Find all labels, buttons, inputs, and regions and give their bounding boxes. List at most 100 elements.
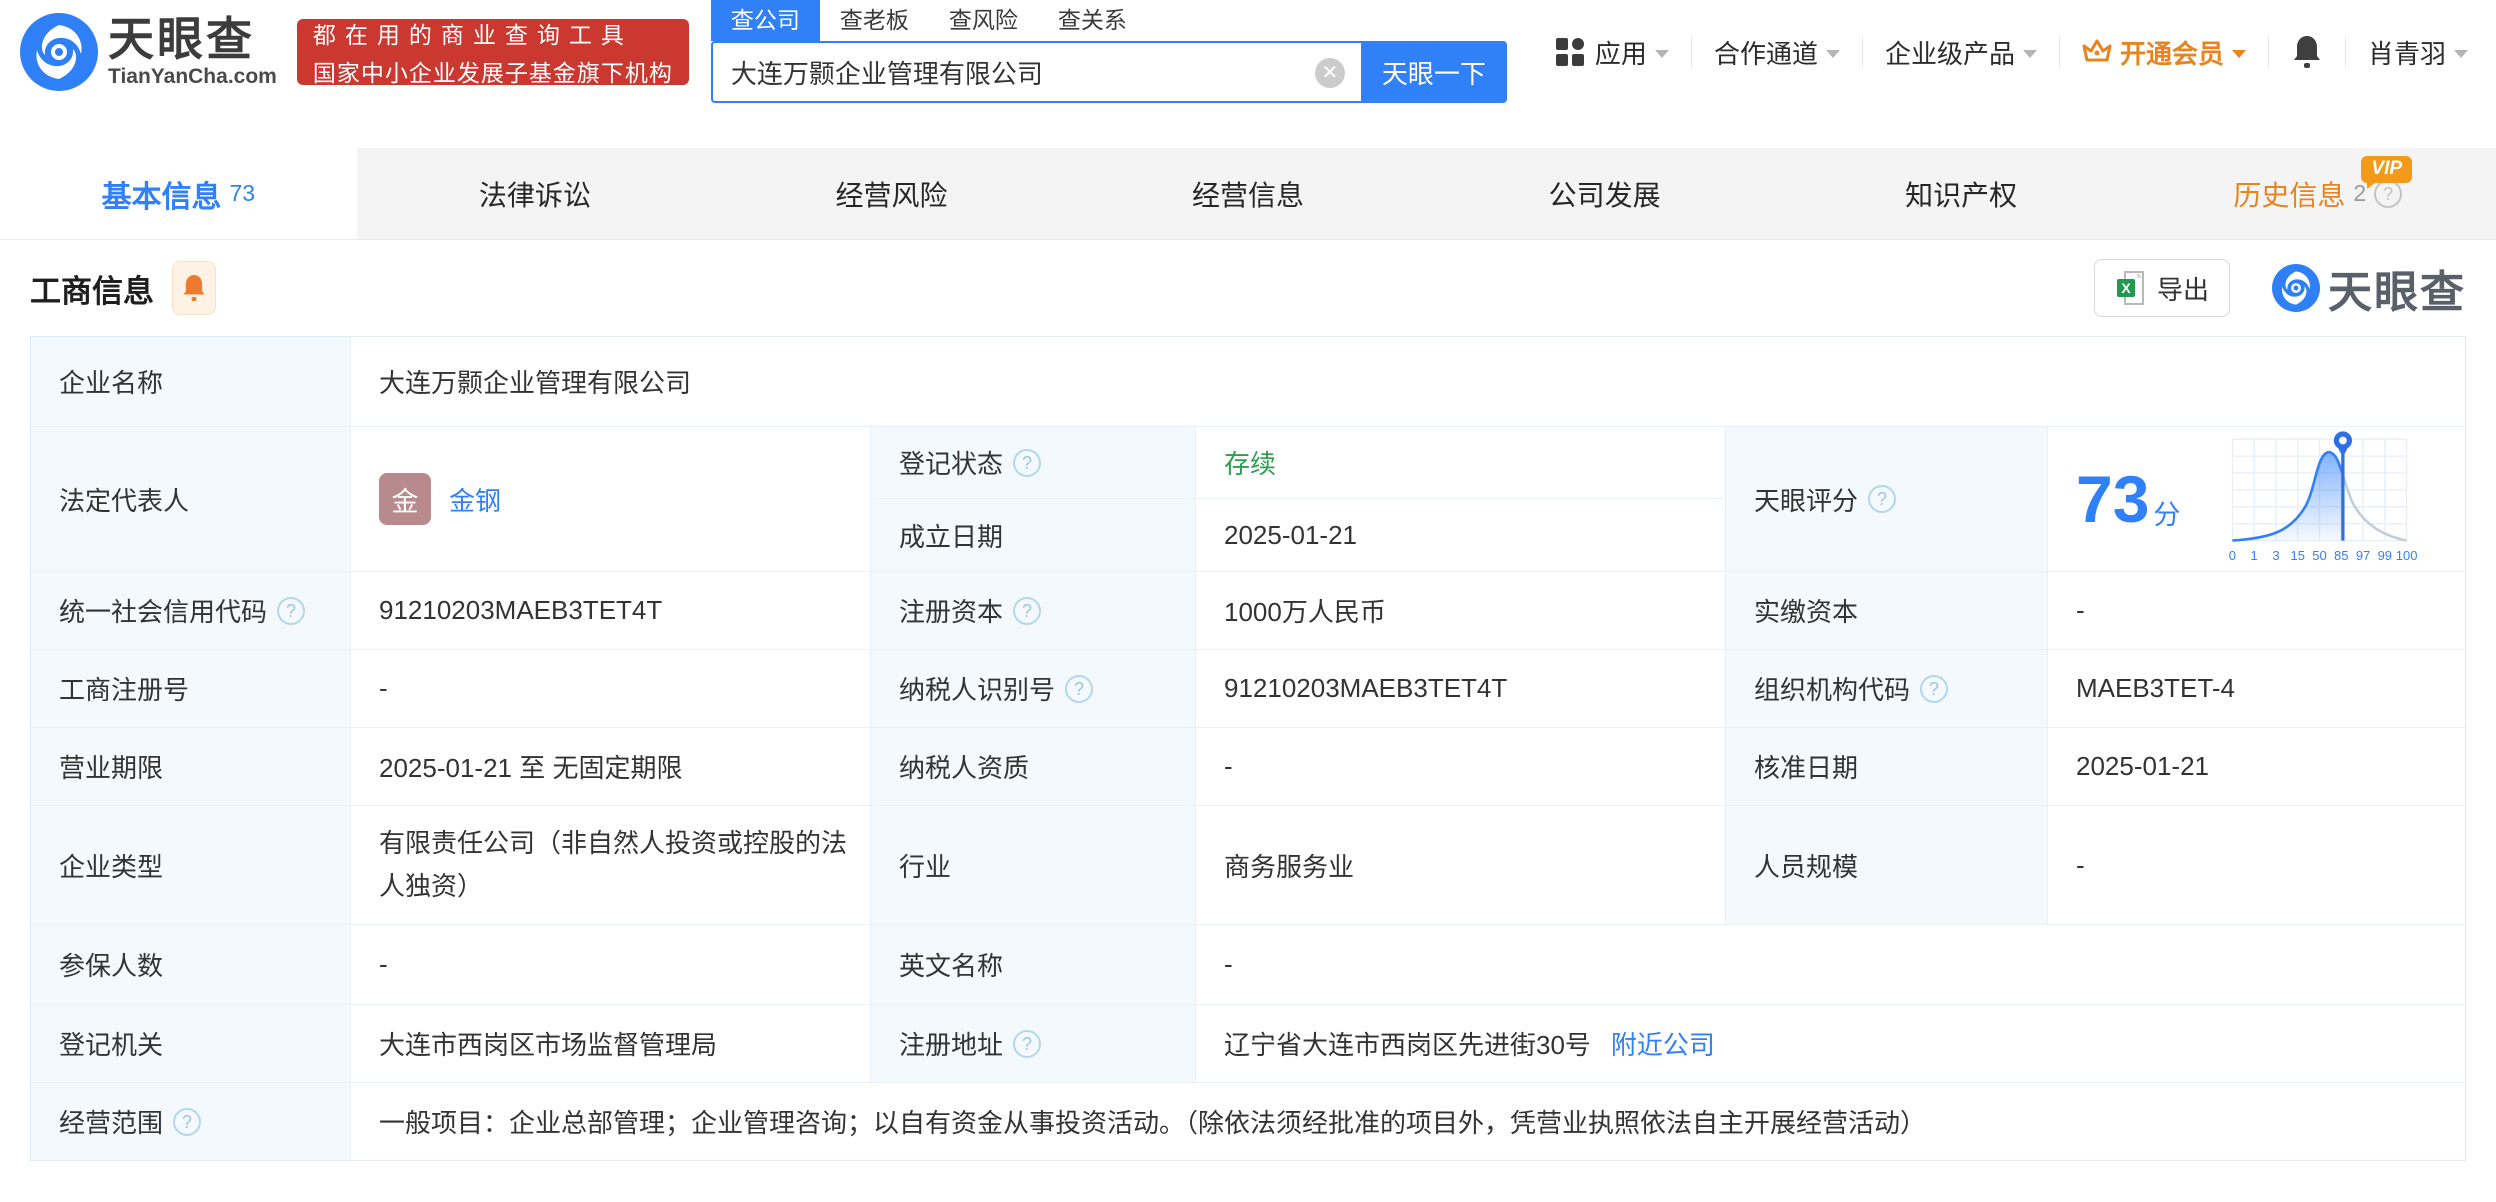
field-label-score: 天眼评分 ? [1726, 427, 2048, 572]
search-tab-relation[interactable]: 查关系 [1038, 0, 1147, 41]
tab-intellectual-property[interactable]: 知识产权 [1783, 148, 2140, 239]
chevron-down-icon [2231, 50, 2246, 58]
value-text: MAEB3TET-4 [2076, 673, 2235, 703]
value-text: - [2076, 849, 2085, 880]
field-label-reg-status: 登记状态 ? [871, 427, 1196, 499]
field-value-reg-authority: 大连市西岗区市场监督管理局 [351, 1005, 871, 1083]
label-text: 法定代表人 [59, 485, 190, 516]
nav-vip-label: 开通会员 [2119, 38, 2224, 69]
help-icon[interactable]: ? [1920, 674, 1949, 703]
nav-user-menu[interactable]: 肖青羽 [2368, 34, 2468, 71]
tab-company-development[interactable]: 公司发展 [1426, 148, 1783, 239]
field-label-company-name: 企业名称 [31, 337, 351, 427]
score-distribution-chart: 0 1 3 15 50 85 97 99 100 [2229, 431, 2417, 563]
apps-grid-icon [1555, 38, 1584, 66]
nav-username: 肖青羽 [2367, 38, 2446, 69]
notifications-button[interactable] [2291, 34, 2323, 70]
business-info-header: 工商信息 X 导出 天眼查 [0, 240, 2496, 336]
nearby-companies-link[interactable]: 附近公司 [1611, 1025, 1715, 1062]
label-text: 人员规模 [1754, 851, 1859, 882]
field-label-reg-capital: 注册资本 ? [871, 572, 1196, 650]
clear-search-icon[interactable]: ✕ [1314, 58, 1345, 88]
chevron-down-icon [1825, 50, 1840, 58]
field-label-business-term: 营业期限 [31, 728, 351, 806]
field-label-credit-code: 统一社会信用代码 ? [31, 572, 351, 650]
top-nav: 应用 合作通道 企业级产品 开通会员 肖青羽 [1555, 34, 2468, 71]
tab-operating-risk[interactable]: 经营风险 [713, 148, 1070, 239]
monitor-bell-button[interactable] [172, 261, 216, 315]
brand-name: 天眼查 [108, 12, 255, 65]
value-text: - [379, 949, 388, 979]
nav-apps[interactable]: 应用 [1555, 34, 1669, 71]
label-text: 参保人数 [59, 951, 164, 981]
nav-cooperation[interactable]: 合作通道 [1714, 34, 1840, 71]
score-value: 73 [2076, 462, 2150, 536]
field-value-reg-status: 存续 [1196, 427, 1726, 499]
label-text: 行业 [899, 851, 952, 882]
field-label-org-code: 组织机构代码 ? [1726, 650, 2048, 728]
value-text: 91210203MAEB3TET4T [1224, 673, 1508, 703]
axis-tick: 15 [2291, 548, 2305, 563]
label-text: 登记机关 [59, 1030, 164, 1060]
field-value-paid-capital: - [2048, 572, 2465, 650]
tab-basic-info[interactable]: 基本信息 73 [0, 148, 357, 239]
search-button[interactable]: 天眼一下 [1360, 41, 1507, 103]
search-input[interactable] [710, 41, 1361, 103]
label-text: 天眼评分 [1754, 485, 1859, 516]
banner-line2: 国家中小企业发展子基金旗下机构 [312, 60, 673, 86]
field-value-credit-code: 91210203MAEB3TET4T [351, 572, 871, 650]
field-label-business-scope: 经营范围 ? [31, 1083, 351, 1160]
value-text: 辽宁省大连市西岗区先进街30号 [1224, 1030, 1591, 1060]
label-text: 纳税人资质 [899, 753, 1030, 783]
help-icon[interactable]: ? [1065, 674, 1094, 703]
field-label-approval-date: 核准日期 [1726, 728, 2048, 806]
tianyancha-logo-icon [20, 13, 98, 91]
watermark-logo: 天眼查 [2272, 256, 2466, 320]
value-text: - [1224, 751, 1233, 781]
help-icon[interactable]: ? [1013, 448, 1042, 477]
tab-history-info[interactable]: VIP 历史信息 2 ? [2139, 148, 2496, 239]
value-text: - [379, 673, 388, 703]
help-icon[interactable]: ? [173, 1107, 202, 1136]
brand-domain: TianYanCha.com [108, 65, 277, 89]
search-tab-company[interactable]: 查公司 [710, 0, 820, 41]
tab-legal[interactable]: 法律诉讼 [357, 148, 714, 239]
field-value-approval-date: 2025-01-21 [2048, 728, 2465, 806]
help-icon[interactable]: ? [2374, 179, 2403, 208]
search-tab-boss[interactable]: 查老板 [820, 0, 929, 41]
field-value-staff-size: - [2048, 806, 2465, 925]
field-label-reg-number: 工商注册号 [31, 650, 351, 728]
label-text: 注册资本 [899, 597, 1004, 627]
field-value-insured-count: - [351, 925, 871, 1005]
field-value-english-name: - [1196, 925, 2465, 1005]
tab-operation-label: 经营信息 [1192, 179, 1305, 211]
tianyancha-logo[interactable]: 天眼查 TianYanCha.com [20, 13, 277, 91]
axis-tick: 3 [2273, 548, 2280, 563]
tianyancha-logo-icon [2272, 264, 2320, 312]
label-text: 注册地址 [899, 1030, 1004, 1060]
bell-icon [183, 275, 205, 301]
nav-enterprise[interactable]: 企业级产品 [1885, 34, 2037, 71]
label-text: 企业名称 [59, 368, 164, 398]
nav-cooperation-label: 合作通道 [1713, 38, 1818, 69]
field-value-org-code: MAEB3TET-4 [2048, 650, 2465, 728]
tab-development-label: 公司发展 [1548, 179, 1661, 211]
nav-apps-label: 应用 [1594, 38, 1647, 69]
label-text: 经营范围 [59, 1108, 164, 1138]
field-label-reg-address: 注册地址 ? [871, 1005, 1196, 1083]
search-tab-risk[interactable]: 查风险 [929, 0, 1038, 41]
help-icon[interactable]: ? [277, 596, 306, 625]
legal-rep-link[interactable]: 金钢 [449, 481, 501, 518]
legal-rep-avatar[interactable]: 金 [379, 473, 431, 525]
field-value-reg-address: 辽宁省大连市西岗区先进街30号 附近公司 [1196, 1005, 2465, 1083]
value-text: 2025-01-21 至 无固定期限 [379, 753, 683, 783]
export-button[interactable]: X 导出 [2093, 259, 2230, 317]
help-icon[interactable]: ? [1013, 596, 1042, 625]
nav-vip-upgrade[interactable]: 开通会员 [2082, 34, 2246, 71]
help-icon[interactable]: ? [1868, 485, 1897, 513]
help-icon[interactable]: ? [1013, 1029, 1042, 1058]
tab-operating-info[interactable]: 经营信息 [1070, 148, 1427, 239]
search-block: 查公司 查老板 查风险 查关系 ✕ 天眼一下 [710, 0, 1507, 103]
svg-text:X: X [2121, 280, 2131, 296]
field-value-score: 73 分 0 1 3 15 50 85 97 99 100 [2048, 427, 2465, 572]
